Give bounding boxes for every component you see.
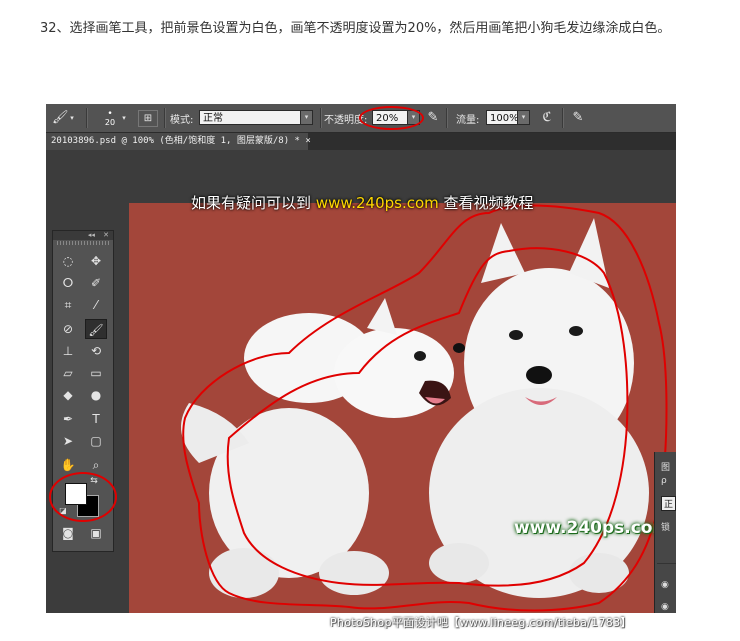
options-bar: 🖌 ▾ • 20 ▾ ⊞ 模式: 正常 ▾ 不透明度: 20% ▾ ✎ 流量: … bbox=[46, 104, 676, 133]
brush-size-picker[interactable]: • 20 bbox=[100, 104, 120, 132]
brush-dot-icon: • bbox=[107, 108, 113, 119]
color-highlight-ellipse bbox=[49, 472, 117, 522]
big-dog-shape bbox=[429, 218, 649, 598]
airbrush-icon[interactable]: ℭ bbox=[538, 110, 556, 126]
pressure-size-icon[interactable]: ✎ bbox=[570, 110, 586, 126]
instruction-text: 32、选择画笔工具，把前景色设置为白色，画笔不透明度设置为20%，然后用画笔把小… bbox=[40, 21, 671, 36]
crop-tool-icon[interactable]: ⌗ bbox=[57, 295, 79, 315]
healing-brush-tool-icon[interactable]: ⊘ bbox=[57, 319, 79, 339]
brush-panel-toggle-icon[interactable]: ⊞ bbox=[138, 110, 158, 127]
watermark-top-suffix: 查看视频教程 bbox=[443, 194, 534, 212]
tool-preset-chevron-down-icon[interactable]: ▾ bbox=[68, 110, 76, 126]
mode-select[interactable]: 正常 bbox=[199, 110, 313, 125]
small-dog-shape bbox=[181, 298, 454, 598]
toolbox-grip[interactable] bbox=[57, 241, 109, 245]
move-tool-icon[interactable]: ✥ bbox=[85, 251, 107, 271]
eye-icon[interactable]: ◉ bbox=[661, 602, 669, 612]
pressure-opacity-icon[interactable]: ✎ bbox=[425, 110, 441, 126]
toolbox-header: ◂◂ ✕ bbox=[53, 231, 113, 240]
separator bbox=[562, 108, 564, 128]
canvas-image[interactable] bbox=[129, 203, 676, 613]
blend-mode-select[interactable]: 正 bbox=[661, 496, 676, 511]
quick-select-tool-icon[interactable]: ✐ bbox=[85, 273, 107, 293]
mode-chevron-down-icon[interactable]: ▾ bbox=[300, 110, 313, 125]
history-brush-tool-icon[interactable]: ⟲ bbox=[85, 341, 107, 361]
layer-row[interactable] bbox=[657, 544, 676, 564]
separator bbox=[164, 108, 166, 128]
gradient-tool-icon[interactable]: ▭ bbox=[85, 363, 107, 383]
separator bbox=[86, 108, 88, 128]
dogs-image bbox=[181, 204, 668, 612]
clone-stamp-tool-icon[interactable]: ⊥ bbox=[57, 341, 79, 361]
screen-mode-icon[interactable]: ▣ bbox=[85, 523, 107, 543]
document-tab[interactable]: 20103896.psd @ 100% (色相/饱和度 1, 图层蒙版/8) *… bbox=[46, 133, 311, 150]
eyedropper-tool-icon[interactable]: ⁄ bbox=[85, 295, 107, 315]
separator bbox=[320, 108, 322, 128]
footer-watermark: PhotoShop平面设计吧【www.lineeg.com/tieba/1783… bbox=[330, 616, 632, 629]
type-tool-icon[interactable]: T bbox=[85, 409, 107, 429]
canvas-area[interactable]: 如果有疑问可以到 www.240ps.com 查看视频教程 www.240ps.… bbox=[46, 150, 676, 613]
document-tab-bar: 20103896.psd @ 100% (色相/饱和度 1, 图层蒙版/8) *… bbox=[46, 133, 676, 150]
mode-label: 模式: bbox=[170, 114, 194, 126]
watermark-bottom: www.240ps.com bbox=[514, 518, 671, 538]
flow-chevron-down-icon[interactable]: ▾ bbox=[517, 110, 530, 125]
brush-tool-icon[interactable]: 🖌 bbox=[85, 319, 107, 339]
toolbox-panel: ◂◂ ✕ ◌ ✥ ⵔ ✐ ⌗ ⁄ ⊘ 🖌 ⊥ ⟲ ▱ ▭ ◆ ● ✒ T ➤ ▢… bbox=[49, 230, 117, 552]
brush-size-value: 20 bbox=[104, 117, 116, 127]
quick-mask-icon[interactable]: ◙ bbox=[57, 523, 79, 543]
shape-tool-icon[interactable]: ▢ bbox=[85, 431, 107, 451]
lasso-tool-icon[interactable]: ⵔ bbox=[57, 273, 79, 293]
separator bbox=[446, 108, 448, 128]
blur-tool-icon[interactable]: ◆ bbox=[57, 385, 79, 405]
pen-tool-icon[interactable]: ✒ bbox=[57, 409, 79, 429]
photoshop-window: 🖌 ▾ • 20 ▾ ⊞ 模式: 正常 ▾ 不透明度: 20% ▾ ✎ 流量: … bbox=[46, 104, 676, 613]
opacity-highlight-ellipse bbox=[359, 106, 424, 130]
collapse-panel-icon[interactable]: ◂◂ bbox=[88, 231, 95, 239]
dodge-tool-icon[interactable]: ● bbox=[85, 385, 107, 405]
watermark-top: 如果有疑问可以到 www.240ps.com 查看视频教程 bbox=[191, 192, 534, 213]
eye-icon[interactable]: ◉ bbox=[661, 580, 669, 590]
flow-input[interactable]: 100% bbox=[486, 110, 519, 125]
flow-label: 流量: bbox=[456, 114, 480, 126]
path-select-tool-icon[interactable]: ➤ bbox=[57, 431, 79, 451]
close-icon[interactable]: ✕ bbox=[103, 231, 109, 239]
eraser-tool-icon[interactable]: ▱ bbox=[57, 363, 79, 383]
marquee-tool-icon[interactable]: ◌ bbox=[57, 251, 79, 271]
watermark-top-url: www.240ps.com bbox=[315, 194, 439, 212]
lock-label: 锁 bbox=[661, 523, 671, 533]
brush-tool-icon[interactable]: 🖌 bbox=[52, 110, 69, 126]
layers-panel-partial: 图 ρ 正 锁 ◉ ◉ ◉ ▢ bbox=[654, 452, 676, 613]
brush-size-chevron-down-icon[interactable]: ▾ bbox=[120, 110, 128, 126]
panel-filter-icon[interactable]: ρ bbox=[661, 476, 667, 486]
panel-tab-label[interactable]: 图 bbox=[661, 460, 670, 473]
watermark-top-prefix: 如果有疑问可以到 bbox=[191, 194, 312, 212]
